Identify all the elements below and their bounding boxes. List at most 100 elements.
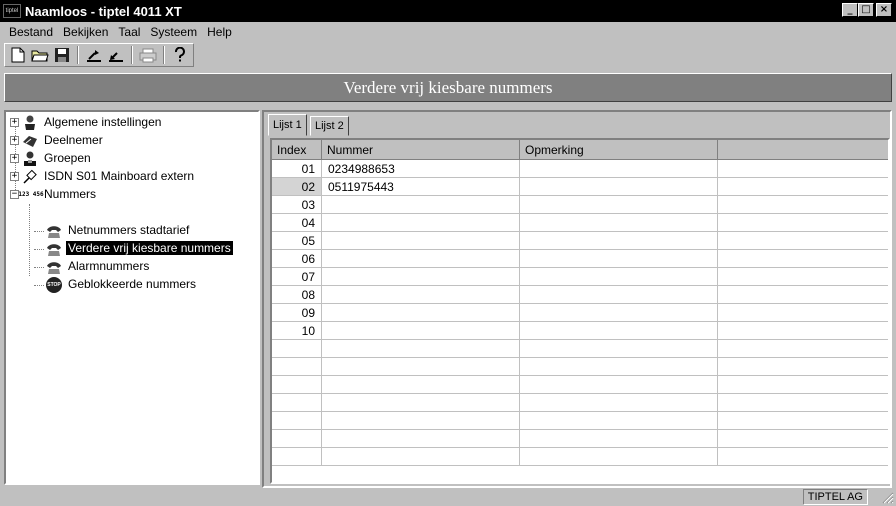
cell-nummer[interactable] (322, 214, 520, 232)
cell-index[interactable]: 08 (272, 286, 322, 304)
navigation-tree[interactable]: + Algemene instellingen + Deelnemer + Gr… (4, 110, 260, 485)
tab-lijst-1[interactable]: Lijst 1 (268, 114, 307, 136)
cell-opmerking[interactable] (520, 340, 718, 358)
cell-nummer[interactable] (322, 358, 520, 376)
tree-item-algemene-instellingen[interactable]: + Algemene instellingen (6, 114, 256, 132)
cell-extra[interactable] (718, 358, 888, 376)
title-bar[interactable]: tiptel Naamloos - tiptel 4011 XT _ □ × (0, 0, 896, 22)
cell-opmerking[interactable] (520, 250, 718, 268)
cell-nummer[interactable] (322, 448, 520, 466)
new-document-icon[interactable] (8, 45, 28, 65)
cell-nummer[interactable] (322, 394, 520, 412)
tree-item-groepen[interactable]: + Groepen (6, 150, 256, 168)
cell-index[interactable] (272, 376, 322, 394)
table-row[interactable]: 08 (272, 286, 888, 304)
table-row[interactable] (272, 394, 888, 412)
table-row[interactable] (272, 358, 888, 376)
open-folder-icon[interactable] (30, 45, 50, 65)
cell-index[interactable]: 01 (272, 160, 322, 178)
cell-extra[interactable] (718, 214, 888, 232)
expand-toggle[interactable]: + (10, 118, 19, 127)
cell-nummer[interactable] (322, 376, 520, 394)
cell-opmerking[interactable] (520, 178, 718, 196)
tab-lijst-2[interactable]: Lijst 2 (310, 116, 349, 136)
tree-item-geblokkeerde-nummers[interactable]: STOP Geblokkeerde nummers (6, 276, 256, 294)
table-row[interactable]: 07 (272, 268, 888, 286)
menu-taal[interactable]: Taal (113, 25, 145, 39)
menu-bekijken[interactable]: Bekijken (58, 25, 113, 39)
cell-opmerking[interactable] (520, 196, 718, 214)
download-icon[interactable] (106, 45, 126, 65)
resize-grip-icon[interactable] (880, 490, 894, 504)
table-row[interactable] (272, 340, 888, 358)
cell-extra[interactable] (718, 340, 888, 358)
cell-extra[interactable] (718, 196, 888, 214)
cell-opmerking[interactable] (520, 412, 718, 430)
menu-systeem[interactable]: Systeem (145, 25, 202, 39)
table-row[interactable]: 03 (272, 196, 888, 214)
cell-index[interactable]: 09 (272, 304, 322, 322)
column-header-opmerking[interactable]: Opmerking (520, 140, 718, 160)
cell-index[interactable] (272, 358, 322, 376)
cell-extra[interactable] (718, 430, 888, 448)
cell-opmerking[interactable] (520, 232, 718, 250)
cell-nummer[interactable] (322, 232, 520, 250)
cell-nummer[interactable]: 0511975443 (322, 178, 520, 196)
cell-nummer[interactable] (322, 430, 520, 448)
tree-item-nummers[interactable]: − 123 456 Nummers (6, 186, 256, 204)
table-row[interactable]: 06 (272, 250, 888, 268)
tree-item-verdere-vrij-kiesbare-nummers[interactable]: Verdere vrij kiesbare nummers (6, 240, 256, 258)
column-header-index[interactable]: Index (272, 140, 322, 160)
table-row[interactable] (272, 430, 888, 448)
help-icon[interactable] (170, 45, 190, 65)
cell-opmerking[interactable] (520, 322, 718, 340)
cell-opmerking[interactable] (520, 304, 718, 322)
cell-nummer[interactable] (322, 322, 520, 340)
cell-index[interactable]: 10 (272, 322, 322, 340)
tree-item-isdn[interactable]: + ISDN S01 Mainboard extern (6, 168, 256, 186)
cell-index[interactable] (272, 340, 322, 358)
column-header-extra[interactable] (718, 140, 888, 160)
expand-toggle[interactable]: + (10, 154, 19, 163)
cell-extra[interactable] (718, 412, 888, 430)
table-row[interactable] (272, 376, 888, 394)
cell-nummer[interactable] (322, 196, 520, 214)
cell-opmerking[interactable] (520, 268, 718, 286)
cell-index[interactable]: 03 (272, 196, 322, 214)
cell-nummer[interactable] (322, 412, 520, 430)
cell-nummer[interactable] (322, 304, 520, 322)
cell-nummer[interactable] (322, 268, 520, 286)
cell-extra[interactable] (718, 448, 888, 466)
cell-extra[interactable] (718, 376, 888, 394)
cell-extra[interactable] (718, 304, 888, 322)
close-button[interactable]: × (876, 3, 892, 17)
cell-extra[interactable] (718, 394, 888, 412)
cell-extra[interactable] (718, 250, 888, 268)
cell-index[interactable] (272, 412, 322, 430)
expand-toggle[interactable]: + (10, 172, 19, 181)
menu-bestand[interactable]: Bestand (4, 25, 58, 39)
cell-opmerking[interactable] (520, 394, 718, 412)
table-row[interactable]: 05 (272, 232, 888, 250)
table-row[interactable]: 04 (272, 214, 888, 232)
cell-extra[interactable] (718, 178, 888, 196)
cell-opmerking[interactable] (520, 376, 718, 394)
cell-index[interactable]: 07 (272, 268, 322, 286)
menu-help[interactable]: Help (202, 25, 237, 39)
table-row[interactable]: 02 0511975443 (272, 178, 888, 196)
print-icon[interactable] (138, 45, 158, 65)
cell-extra[interactable] (718, 232, 888, 250)
cell-index[interactable]: 04 (272, 214, 322, 232)
cell-opmerking[interactable] (520, 358, 718, 376)
cell-index[interactable]: 02 (272, 178, 322, 196)
cell-index[interactable] (272, 430, 322, 448)
table-row[interactable]: 10 (272, 322, 888, 340)
cell-opmerking[interactable] (520, 286, 718, 304)
cell-opmerking[interactable] (520, 430, 718, 448)
maximize-button[interactable]: □ (858, 3, 874, 17)
cell-nummer[interactable] (322, 286, 520, 304)
cell-opmerking[interactable] (520, 448, 718, 466)
cell-index[interactable]: 06 (272, 250, 322, 268)
table-row[interactable]: 01 0234988653 (272, 160, 888, 178)
cell-nummer[interactable] (322, 250, 520, 268)
